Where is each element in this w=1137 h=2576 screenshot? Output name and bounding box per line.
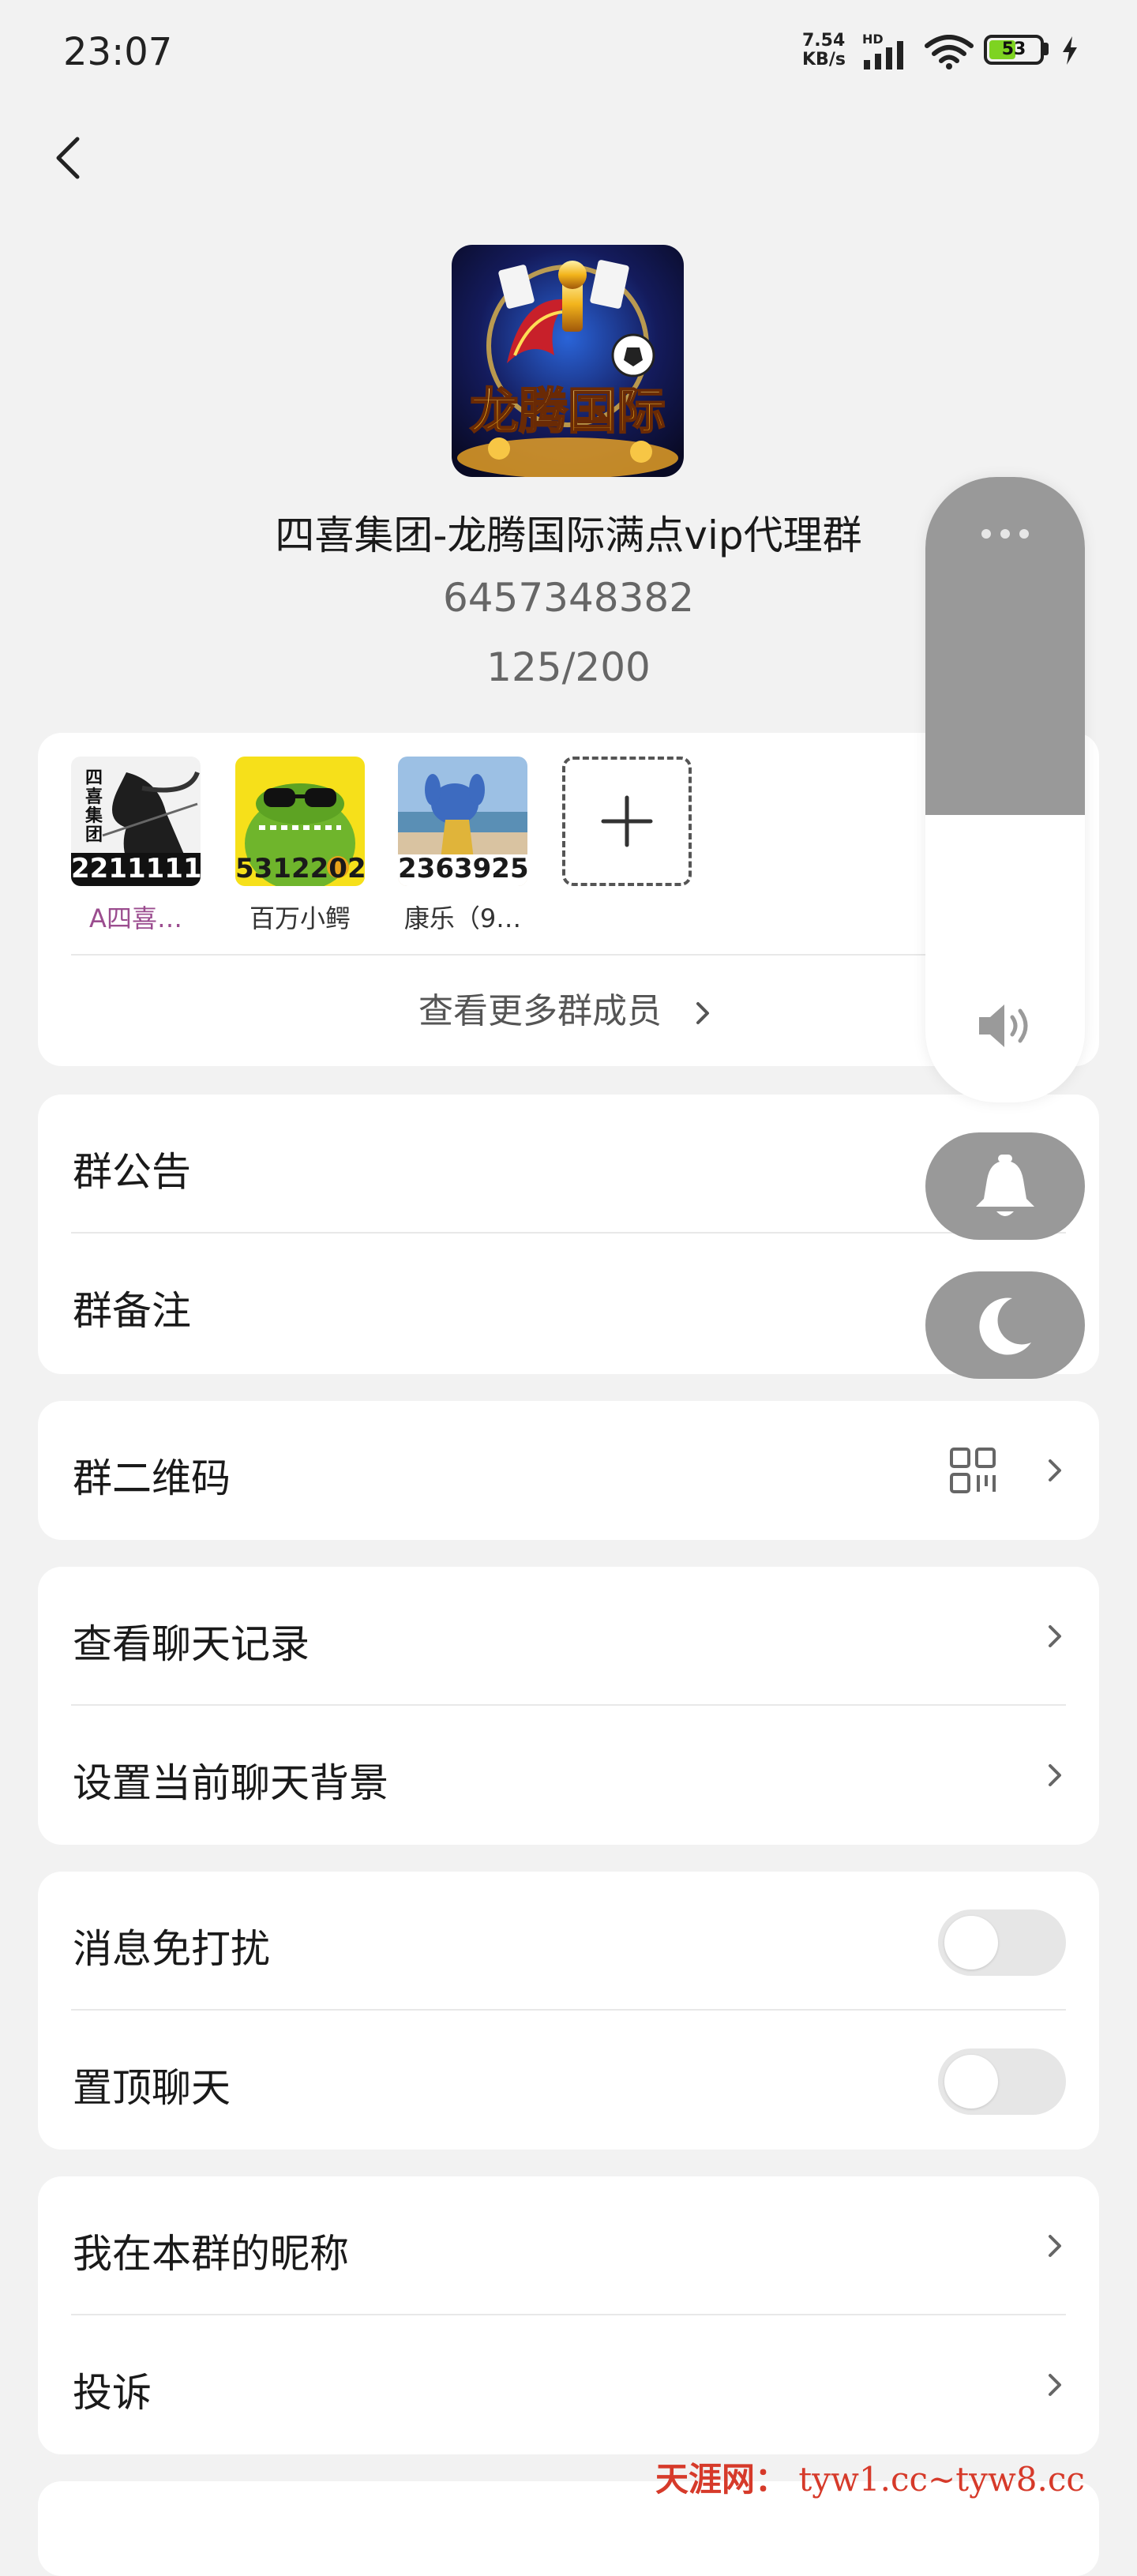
battery-nub bbox=[1044, 43, 1049, 55]
report-label: 投诉 bbox=[73, 2370, 152, 2416]
member-count: 125/200 bbox=[486, 644, 651, 690]
battery-level: 53 bbox=[1001, 39, 1026, 59]
volume-slider[interactable] bbox=[925, 477, 1085, 1102]
chat-history-row[interactable]: 查看聊天记录 bbox=[38, 1567, 1099, 1706]
svg-text:集: 集 bbox=[84, 805, 103, 826]
member-avatar: 2363925 bbox=[398, 757, 527, 886]
view-more-members-label: 查看更多群成员 bbox=[418, 991, 662, 1031]
pin-toggle[interactable] bbox=[938, 2048, 1066, 2115]
group-qr-row[interactable]: 群二维码 bbox=[38, 1401, 1099, 1540]
toggle-knob bbox=[944, 2055, 998, 2108]
member-label: A四喜… bbox=[89, 903, 182, 933]
charging-icon bbox=[1063, 36, 1077, 65]
group-qr-label: 群二维码 bbox=[73, 1455, 231, 1501]
back-button[interactable] bbox=[39, 126, 103, 190]
mute-toggle[interactable] bbox=[938, 1909, 1066, 1976]
toggles-card: 消息免打扰 置顶聊天 bbox=[38, 1872, 1099, 2150]
speaker-icon bbox=[979, 1004, 1028, 1047]
member-tag: 2211111 bbox=[71, 853, 201, 884]
watermark: 天涯网： tyw1.cc~tyw8.cc bbox=[655, 2453, 1085, 2501]
my-nickname-row[interactable]: 我在本群的昵称 bbox=[38, 2176, 1099, 2315]
mute-label: 消息免打扰 bbox=[73, 1926, 270, 1972]
group-avatar-text: 龙腾国际 bbox=[470, 382, 666, 440]
member-item[interactable]: 2363925 康乐（9… bbox=[398, 757, 527, 935]
status-time: 23:07 bbox=[63, 30, 173, 74]
qr-card: 群二维码 bbox=[38, 1401, 1099, 1540]
chat-background-label: 设置当前聊天背景 bbox=[73, 1760, 388, 1806]
divider bbox=[71, 954, 1066, 956]
toggle-knob bbox=[944, 1916, 998, 1970]
bell-icon bbox=[976, 1155, 1034, 1216]
group-avatar-image: 龙腾国际 bbox=[452, 245, 684, 477]
svg-text:四: 四 bbox=[85, 768, 103, 788]
svg-text:喜: 喜 bbox=[85, 787, 103, 807]
svg-text:团: 团 bbox=[85, 824, 103, 845]
chat-history-label: 查看聊天记录 bbox=[73, 1621, 310, 1667]
moon-icon bbox=[979, 1297, 1031, 1355]
group-name: 四喜集团-龙腾国际满点vip代理群 bbox=[275, 513, 862, 558]
ring-mode-button[interactable] bbox=[925, 1132, 1085, 1240]
member-tag: 2363925 bbox=[398, 853, 527, 884]
member-avatar: 四 喜 集 团 2211111 bbox=[71, 757, 201, 886]
pin-row: 置顶聊天 bbox=[38, 2011, 1099, 2150]
wifi-icon bbox=[925, 35, 974, 69]
group-remark-label: 群备注 bbox=[73, 1288, 191, 1334]
member-label: 康乐（9… bbox=[403, 903, 522, 933]
member-item[interactable]: 四 喜 集 团 2211111 A四喜… bbox=[71, 757, 201, 935]
chevron-right-icon bbox=[1049, 1625, 1061, 1647]
battery-icon: 53 bbox=[984, 35, 1044, 65]
plus-icon bbox=[601, 795, 653, 847]
chevron-right-icon bbox=[1049, 2374, 1061, 2396]
group-notice-label: 群公告 bbox=[73, 1149, 191, 1195]
watermark-urls: tyw1.cc~tyw8.cc bbox=[798, 2460, 1085, 2499]
chevron-right-icon bbox=[1049, 2235, 1061, 2257]
report-row[interactable]: 投诉 bbox=[38, 2315, 1099, 2454]
pin-label: 置顶聊天 bbox=[73, 2065, 231, 2111]
member-avatar: 5312202 bbox=[235, 757, 365, 886]
group-avatar[interactable]: 龙腾国际 bbox=[452, 245, 684, 477]
chat-options-card: 查看聊天记录 设置当前聊天背景 bbox=[38, 1567, 1099, 1845]
qr-code-icon bbox=[950, 1448, 996, 1493]
mute-row: 消息免打扰 bbox=[38, 1872, 1099, 2011]
profile-options-card: 我在本群的昵称 投诉 bbox=[38, 2176, 1099, 2454]
member-label: 百万小鳄 bbox=[249, 903, 351, 933]
member-item[interactable]: 5312202 百万小鳄 bbox=[235, 757, 365, 935]
network-speed: 7.54 KB/s bbox=[802, 31, 846, 69]
more-icon[interactable] bbox=[979, 526, 1031, 542]
signal-icon bbox=[864, 41, 903, 69]
chevron-right-icon bbox=[1049, 1764, 1061, 1786]
add-member-button[interactable] bbox=[562, 757, 692, 886]
member-tag: 5312202 bbox=[235, 853, 365, 884]
chat-background-row[interactable]: 设置当前聊天背景 bbox=[38, 1706, 1099, 1845]
chevron-right-icon bbox=[696, 1002, 709, 1024]
watermark-site-name: 天涯网： bbox=[655, 2460, 789, 2499]
do-not-disturb-button[interactable] bbox=[925, 1271, 1085, 1379]
chevron-right-icon bbox=[1049, 1459, 1061, 1481]
group-id: 6457348382 bbox=[442, 575, 695, 621]
status-bar: 23:07 7.54 KB/s HD 53 bbox=[0, 0, 1137, 103]
my-nickname-label: 我在本群的昵称 bbox=[73, 2231, 349, 2277]
